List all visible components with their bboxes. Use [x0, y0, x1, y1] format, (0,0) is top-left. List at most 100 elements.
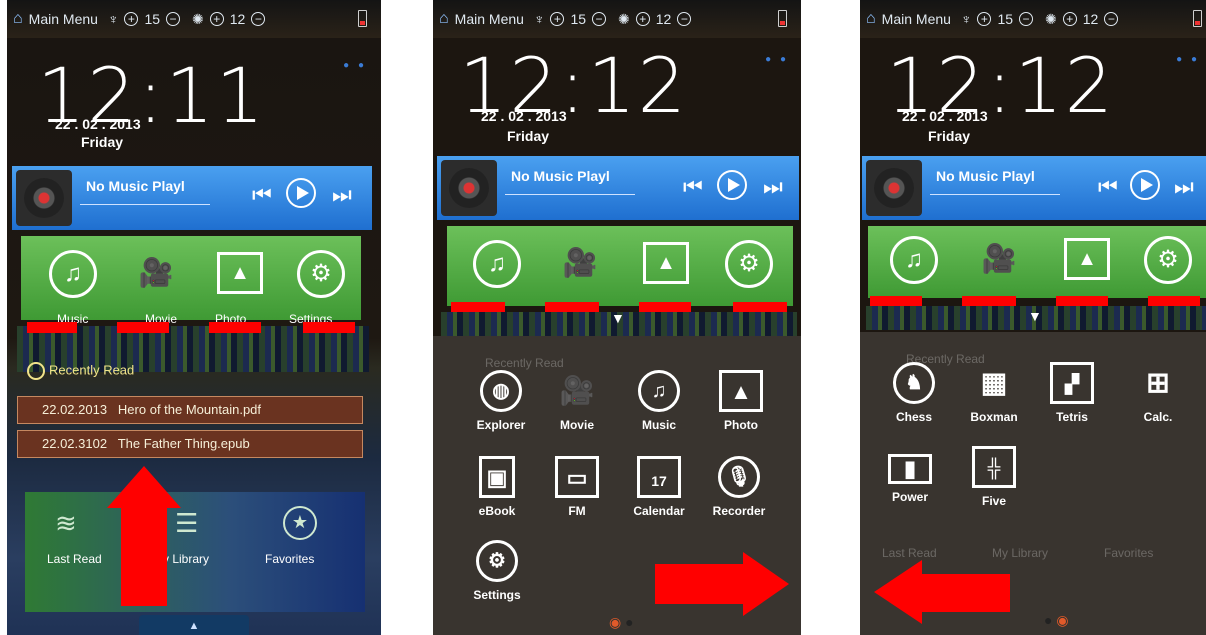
book-name: The Father Thing.epub [117, 436, 250, 451]
music-icon: ♫ [638, 370, 680, 412]
app-explorer[interactable]: ◍ Explorer [461, 370, 541, 432]
nav-last-read[interactable]: Last Read [47, 552, 102, 566]
app-tetris[interactable]: ▞ Tetris [1032, 362, 1112, 424]
photo-icon[interactable]: ▲ [217, 252, 263, 294]
brightness-icon: ✺ [192, 10, 204, 27]
app-chess[interactable]: ♞ Chess [874, 362, 954, 424]
recently-read-header: Recently Read [27, 362, 134, 380]
app-music[interactable]: ♫ Music [619, 370, 699, 432]
progress-line [80, 204, 210, 205]
brightness-up-button[interactable]: + [1062, 12, 1077, 26]
settings-icon: ⚙ [476, 540, 518, 582]
movie-icon[interactable]: 🎥 [133, 252, 179, 294]
battery-icon [1193, 10, 1202, 27]
app-five[interactable]: ╬ Five [954, 446, 1034, 508]
music-icon[interactable]: ♫ [890, 236, 938, 284]
calendar-icon: 17 [637, 456, 681, 498]
app-power[interactable]: ▮ Power [870, 446, 950, 504]
next-track-icon[interactable]: ⏭ [763, 174, 783, 200]
volume-down-button[interactable]: − [1019, 12, 1034, 26]
album-art-icon [16, 170, 72, 226]
song-title: No Music Playl [936, 168, 1035, 184]
progress-line [930, 194, 1060, 195]
recent-book-row[interactable]: 22.02.3102 The Father Thing.epub [17, 430, 363, 458]
volume-down-button[interactable]: − [166, 12, 181, 26]
nav-favorites[interactable]: Favorites [265, 552, 314, 566]
recent-book-row[interactable]: 22.02.2013 Hero of the Mountain.pdf [17, 396, 363, 424]
microphone-icon: 🎙 [718, 456, 760, 498]
annotation-red-bar [117, 322, 169, 333]
app-boxman[interactable]: ▦ Boxman [954, 362, 1034, 424]
settings-icon[interactable]: ⚙ [297, 250, 345, 298]
weekday: Friday [81, 134, 124, 150]
brightness-up-button[interactable]: + [209, 12, 224, 26]
music-player[interactable]: No Music Playl ⏮ ⏭ [437, 156, 799, 220]
movie-icon[interactable]: 🎥 [976, 238, 1022, 280]
volume-icon: ♆ [533, 11, 545, 27]
play-icon[interactable] [1130, 170, 1160, 200]
app-calendar[interactable]: 17 Calendar [619, 456, 699, 518]
volume-down-button[interactable]: − [592, 12, 607, 26]
movie-icon[interactable]: 🎥 [557, 242, 603, 284]
drawer-collapse-icon[interactable]: ▼ [1028, 308, 1042, 324]
drawer-handle[interactable]: ▲ [139, 615, 249, 635]
previous-track-icon[interactable]: ⏮ [252, 182, 272, 208]
battery-icon [358, 10, 367, 27]
five-grid-icon: ╬ [972, 446, 1016, 488]
previous-track-icon[interactable]: ⏮ [1098, 174, 1118, 200]
settings-icon[interactable]: ⚙ [1144, 236, 1192, 284]
category-bar: ♫ 🎥 ▲ ⚙ [868, 226, 1206, 298]
previous-track-icon[interactable]: ⏮ [683, 174, 703, 200]
music-player[interactable]: No Music Playl ⏮ ⏭ [12, 166, 372, 230]
drawer-collapse-icon[interactable]: ▼ [611, 310, 625, 326]
chess-icon: ♞ [893, 362, 935, 404]
volume-up-button[interactable]: + [977, 12, 992, 26]
next-track-icon[interactable]: ⏭ [332, 182, 352, 208]
book-date: 22.02.2013 [42, 402, 108, 417]
main-menu-label[interactable]: Main Menu [29, 11, 98, 27]
home-icon[interactable]: ⌂ [866, 10, 876, 28]
brightness-down-button[interactable]: − [251, 12, 266, 26]
volume-up-button[interactable]: + [550, 12, 565, 26]
brightness-icon: ✺ [1045, 10, 1057, 27]
photo-icon[interactable]: ▲ [643, 242, 689, 284]
brightness-down-button[interactable]: − [677, 12, 692, 26]
album-art-icon [866, 160, 922, 216]
app-calc[interactable]: ⊞ Calc. [1118, 362, 1198, 424]
explorer-icon: ◍ [480, 370, 522, 412]
page-dots: ● ● [765, 54, 789, 65]
home-icon[interactable]: ⌂ [13, 10, 23, 28]
play-icon[interactable] [286, 178, 316, 208]
annotation-red-bar [209, 322, 261, 333]
book-name: Hero of the Mountain.pdf [117, 402, 262, 417]
last-read-icon[interactable]: ≋ [55, 508, 77, 539]
tetris-icon: ▞ [1050, 362, 1094, 404]
page-indicator: ● ◉ [1044, 612, 1069, 628]
play-icon[interactable] [717, 170, 747, 200]
next-track-icon[interactable]: ⏭ [1174, 174, 1194, 200]
brightness-down-button[interactable]: − [1104, 12, 1119, 26]
category-bar: ♫ 🎥 ▲ ⚙ [21, 236, 361, 320]
main-menu-label[interactable]: Main Menu [455, 11, 524, 27]
home-icon[interactable]: ⌂ [439, 10, 449, 28]
app-ebook[interactable]: ▣ eBook [457, 456, 537, 518]
volume-up-button[interactable]: + [124, 12, 139, 26]
album-art-icon [441, 160, 497, 216]
app-movie[interactable]: 🎥 Movie [537, 370, 617, 432]
main-menu-label[interactable]: Main Menu [882, 11, 951, 27]
favorites-icon[interactable]: ★ [283, 506, 317, 540]
app-photo[interactable]: ▲ Photo [701, 370, 781, 432]
my-library-icon[interactable]: ☰ [175, 508, 198, 539]
music-icon[interactable]: ♫ [473, 240, 521, 288]
progress-line [505, 194, 635, 195]
date: 22 . 02 . 2013 [481, 108, 567, 124]
app-fm[interactable]: ▭ FM [537, 456, 617, 518]
app-recorder[interactable]: 🎙 Recorder [699, 456, 779, 518]
music-icon[interactable]: ♫ [49, 250, 97, 298]
settings-icon[interactable]: ⚙ [725, 240, 773, 288]
app-settings[interactable]: ⚙ Settings [457, 540, 537, 602]
photo-icon[interactable]: ▲ [1064, 238, 1110, 280]
brightness-up-button[interactable]: + [635, 12, 650, 26]
weekday: Friday [507, 128, 550, 144]
music-player[interactable]: No Music Playl ⏮ ⏭ [862, 156, 1206, 220]
